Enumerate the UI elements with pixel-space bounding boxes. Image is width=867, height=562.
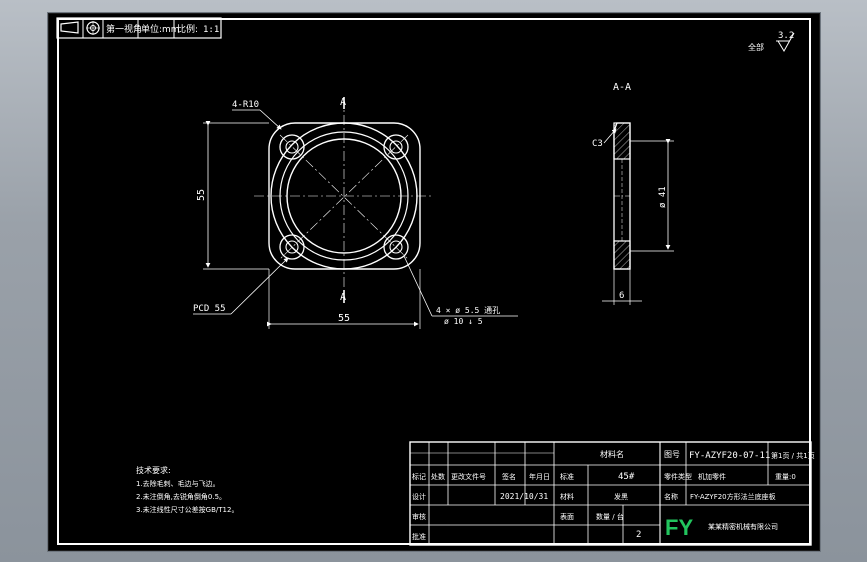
design-label: 设计: [412, 492, 426, 501]
col-count: 处数: [431, 472, 445, 481]
quantity-value: 2: [636, 530, 641, 540]
thickness-dimension: 6: [619, 291, 624, 301]
name-label: 名称: [664, 492, 678, 501]
drawing-viewport[interactable]: 第一视角 单位:mm 比例: 1:1 全部 3.2 A A 4-R10 55 5…: [47, 12, 821, 552]
col-date: 年月日: [529, 472, 550, 481]
mounting-hole: [383, 134, 409, 160]
corner-radius-label: 4-R10: [232, 100, 259, 110]
material-header: 材料名: [600, 449, 624, 459]
scale-label: 比例:: [177, 23, 198, 35]
projection-label: 第一视角: [106, 23, 142, 35]
tech-req-title: 技术要求:: [136, 465, 171, 475]
col-signature: 签名: [502, 472, 516, 481]
tech-req-line-2: 2.未注倒角,去锐角倒角0.5。: [136, 492, 226, 501]
width-dimension: 55: [338, 313, 350, 324]
section-view: A-A C3 ø 41 6: [592, 82, 674, 305]
col-change-doc: 更改文件号: [451, 472, 486, 481]
finish-label: 表面: [560, 512, 574, 521]
unit-label: 单位:mm: [141, 23, 180, 35]
section-cut-label-top: A: [340, 97, 346, 108]
projection-symbol-icon: [60, 21, 100, 35]
sheet-index: 第1页 / 共1页: [771, 451, 815, 460]
part-type-value: 机加零件: [698, 472, 726, 481]
drawing-no-label: 图号: [664, 450, 680, 459]
roughness-prefix: 全部: [748, 42, 764, 52]
col-mark: 标记: [412, 472, 426, 481]
hole-note-counterbore: ø 10 ↓ 5: [444, 317, 483, 326]
pcd-label: PCD 55: [193, 304, 226, 314]
company-name: 某某精密机械有限公司: [708, 522, 778, 531]
check-label: 审核: [412, 512, 426, 521]
part-type-label: 零件类型: [664, 472, 692, 481]
mounting-hole: [279, 134, 305, 160]
quantity-label: 数量 / 台: [596, 512, 624, 521]
company-logo: FY: [665, 515, 693, 540]
approve-label: 批准: [412, 532, 426, 541]
chamfer-label: C3: [592, 139, 603, 149]
weight-value: 重量:0: [775, 473, 796, 481]
finish-value: 发黑: [614, 492, 628, 501]
scale-value: 1:1: [203, 25, 219, 35]
height-dimension: 55: [196, 189, 207, 201]
drawing-number: FY-AZYF20-07-11: [689, 451, 770, 461]
hole-note-primary: 4 × ø 5.5 通孔: [436, 305, 500, 315]
design-date: 2021/10/31: [500, 492, 548, 501]
surface-roughness-symbol: 全部 3.2: [748, 31, 795, 52]
corner-tag: 第一视角 单位:mm 比例: 1:1: [56, 17, 222, 39]
standard-label: 标准: [560, 472, 574, 481]
technical-requirements: 技术要求: 1.去除毛刺、毛边与飞边。 2.未注倒角,去锐角倒角0.5。 3.未…: [136, 465, 238, 514]
cad-drawing: 第一视角 单位:mm 比例: 1:1 全部 3.2 A A 4-R10 55 5…: [56, 17, 815, 546]
tech-req-line-3: 3.未注线性尺寸公差按GB/T12。: [136, 505, 238, 514]
section-cut-label-bottom: A: [340, 292, 346, 303]
title-block-text: 材料名 图号 FY-AZYF20-07-11 第1页 / 共1页 标记 处数 更…: [412, 449, 815, 541]
tech-req-line-1: 1.去除毛刺、毛边与飞边。: [136, 479, 220, 488]
section-view-label: A-A: [613, 82, 631, 93]
inner-diameter-dimension: ø 41: [658, 186, 668, 208]
material-value: 45#: [618, 472, 635, 482]
front-view: A A 4-R10 55 55 PCD 55 4 × ø 5.5 通孔 ø 10…: [193, 97, 518, 329]
part-name: FY-AZYF20方形法兰底座板: [690, 492, 776, 501]
material-label: 材料: [560, 492, 574, 501]
